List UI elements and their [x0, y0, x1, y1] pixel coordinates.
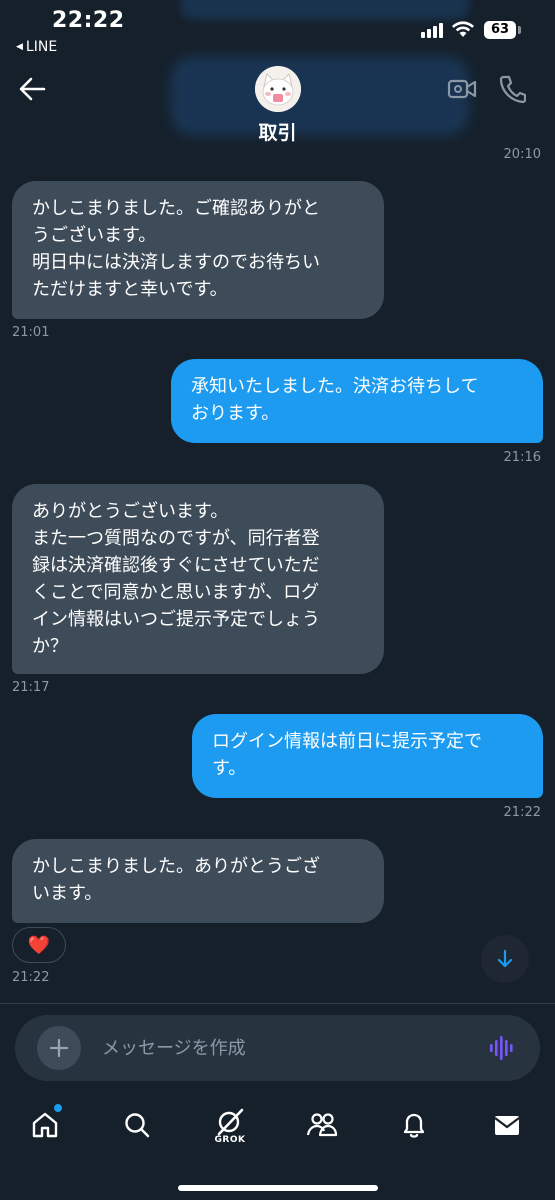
back-app-label: LINE: [25, 39, 58, 55]
communities-icon: [306, 1113, 338, 1137]
status-bar: 22:22 ◀ LINE 63: [0, 0, 555, 62]
video-call-icon[interactable]: [447, 76, 477, 102]
incoming-message[interactable]: ありがとうございます。 また一つ質問なのですが、同行者登 録は決済確認後すぐにさ…: [12, 484, 384, 674]
search-icon: [125, 1113, 150, 1138]
nav-search[interactable]: [112, 1100, 162, 1150]
grok-label: GROK: [214, 1135, 246, 1145]
cellular-signal-icon: [421, 22, 443, 38]
battery-cap: [518, 26, 521, 34]
grok-icon: [217, 1108, 244, 1136]
bottom-navigation: GROK: [0, 1100, 555, 1150]
back-to-app-link[interactable]: ◀ LINE: [16, 39, 57, 55]
message-composer: [15, 1015, 540, 1081]
contact-name[interactable]: 取引: [0, 118, 555, 145]
scroll-to-bottom-button[interactable]: [481, 935, 529, 983]
back-arrow-icon[interactable]: [18, 76, 46, 102]
nav-grok[interactable]: GROK: [205, 1100, 255, 1150]
message-timestamp: 21:16: [503, 450, 541, 465]
heart-reaction-icon: ❤️: [27, 934, 51, 956]
add-attachment-button[interactable]: [37, 1026, 81, 1070]
nav-messages[interactable]: [482, 1100, 532, 1150]
message-timestamp: 21:17: [12, 680, 50, 695]
status-time: 22:22: [52, 8, 125, 33]
voice-message-icon[interactable]: [488, 1035, 516, 1061]
message-text: かしこまりました。ありがとうござ います。: [32, 856, 320, 904]
arrow-down-icon: [497, 949, 513, 968]
nav-communities[interactable]: [297, 1100, 347, 1150]
outgoing-message[interactable]: 承知いたしました。決済お待ちして おります。: [171, 359, 543, 443]
battery-indicator: 63: [484, 21, 516, 39]
reaction-badge[interactable]: ❤️: [12, 927, 66, 963]
message-text: 承知いたしました。決済お待ちして おります。: [191, 376, 479, 424]
plus-icon: [49, 1038, 69, 1058]
message-text: ログイン情報は前日に提示予定で す。: [212, 731, 482, 779]
wifi-icon: [452, 21, 474, 37]
message-input[interactable]: [102, 1035, 472, 1061]
bell-icon: [403, 1113, 425, 1138]
message-timestamp: 21:22: [503, 805, 541, 820]
nav-home[interactable]: [20, 1100, 70, 1150]
home-indicator: [178, 1185, 378, 1191]
nav-notifications[interactable]: [389, 1100, 439, 1150]
incoming-message[interactable]: かしこまりました。ありがとうござ います。: [12, 839, 384, 923]
previous-message-timestamp: 20:10: [503, 147, 541, 162]
message-timestamp: 21:01: [12, 325, 50, 340]
outgoing-message[interactable]: ログイン情報は前日に提示予定で す。: [192, 714, 543, 798]
home-icon: [32, 1112, 58, 1138]
message-text: ありがとうございます。 また一つ質問なのですが、同行者登 録は決済確認後すぐにさ…: [32, 501, 320, 657]
message-timestamp: 21:22: [12, 970, 50, 985]
composer-divider: [0, 1003, 555, 1004]
avatar[interactable]: [255, 66, 301, 112]
home-notification-dot: [54, 1104, 62, 1112]
message-text: かしこまりました。ご確認ありがと うございます。 明日中には決済しますのでお待ち…: [32, 198, 320, 300]
incoming-message[interactable]: かしこまりました。ご確認ありがと うございます。 明日中には決済しますのでお待ち…: [12, 181, 384, 319]
mail-icon: [494, 1116, 520, 1135]
back-triangle-icon: ◀: [16, 42, 23, 52]
cat-avatar-icon: [255, 66, 301, 112]
phone-call-icon[interactable]: [498, 74, 526, 104]
